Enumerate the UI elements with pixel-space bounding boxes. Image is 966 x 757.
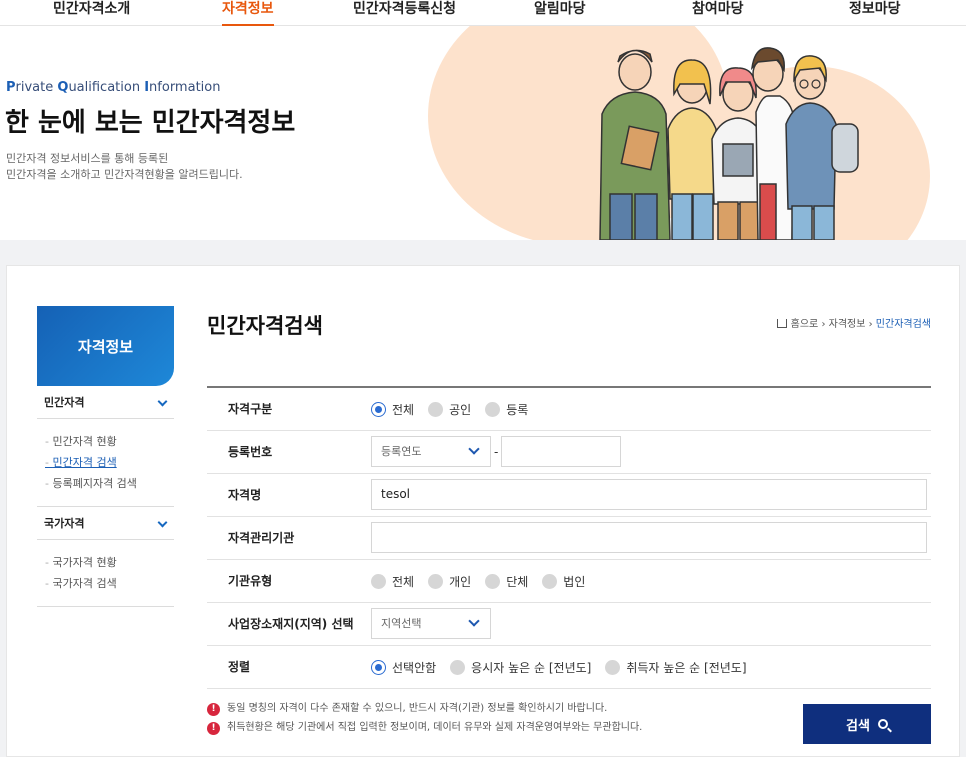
qual-name-input[interactable]: tesol bbox=[371, 479, 927, 510]
hero-banner: Private Qualification Information 한 눈에 보… bbox=[0, 26, 966, 240]
chevron-down-icon[interactable] bbox=[157, 396, 168, 407]
sidebar-item-national-search[interactable]: 국가자격 검색 bbox=[45, 573, 174, 594]
radio-org-type-individual[interactable]: 개인 bbox=[428, 573, 471, 590]
nav-item-notice[interactable]: 알림마당 bbox=[534, 0, 586, 18]
sidebar-group-label: 민간자격 bbox=[44, 396, 85, 409]
org-type-radio-group: 전체 개인 단체 법인 bbox=[371, 560, 599, 602]
sort-label: 정렬 bbox=[228, 660, 251, 674]
nav-item-participation[interactable]: 참여마당 bbox=[692, 0, 744, 18]
sidebar-group-private[interactable]: 민간자격 bbox=[37, 386, 174, 419]
breadcrumb-current: 민간자격검색 bbox=[875, 319, 931, 330]
sidebar-submenu-private: 민간자격 현황 민간자격 검색 등록폐지자격 검색 bbox=[37, 419, 174, 507]
radio-icon[interactable] bbox=[450, 659, 466, 675]
radio-sort-none[interactable]: 선택안함 bbox=[371, 659, 436, 676]
sidebar-item-private-search[interactable]: 민간자격 검색 bbox=[45, 452, 174, 473]
qual-type-radio-group: 전체 공인 등록 bbox=[371, 388, 542, 430]
sidebar-title: 자격정보 bbox=[37, 306, 174, 386]
radio-icon[interactable] bbox=[542, 573, 558, 589]
alert-icon: ! bbox=[207, 702, 220, 716]
breadcrumb-qual-info[interactable]: 자격정보 bbox=[829, 319, 866, 330]
form-row-qual-type: 자격구분 전체 공인 등록 bbox=[207, 388, 931, 431]
reg-year-select[interactable]: 등록연도 bbox=[371, 436, 491, 467]
hero-title: 한 눈에 보는 민간자격정보 bbox=[5, 108, 296, 138]
sidebar-submenu-national: 국가자격 현황 국가자격 검색 bbox=[37, 540, 174, 607]
radio-qual-type-registered[interactable]: 등록 bbox=[485, 401, 528, 418]
reg-no-label: 등록번호 bbox=[228, 445, 273, 459]
radio-sort-examinees[interactable]: 응시자 높은 순 [전년도] bbox=[450, 659, 591, 676]
radio-org-type-corporation[interactable]: 법인 bbox=[542, 573, 585, 590]
reg-number-input[interactable] bbox=[501, 436, 621, 467]
nav-item-qual-info[interactable]: 자격정보 bbox=[222, 0, 274, 26]
org-label: 자격관리기관 bbox=[228, 531, 295, 545]
page-title: 민간자격검색 bbox=[207, 314, 323, 338]
content-card: 자격정보 민간자격 민간자격 현황 민간자격 검색 등록폐지자격 검색 국가자격… bbox=[6, 265, 960, 757]
nav-item-information[interactable]: 정보마당 bbox=[849, 0, 901, 18]
form-row-reg-no: 등록번호 등록연도 - bbox=[207, 431, 931, 474]
reg-no-dash: - bbox=[494, 445, 499, 459]
students-illustration bbox=[599, 47, 859, 240]
notice-item: ! 동일 명칭의 자격이 다수 존재할 수 있으니, 반드시 자격(기관) 정보를… bbox=[207, 700, 642, 718]
nav-item-intro[interactable]: 민간자격소개 bbox=[53, 0, 130, 18]
region-select[interactable]: 지역선택 bbox=[371, 608, 491, 639]
radio-org-type-all[interactable]: 전체 bbox=[371, 573, 414, 590]
sidebar-item-national-status[interactable]: 국가자격 현황 bbox=[45, 552, 174, 573]
search-icon bbox=[877, 719, 888, 729]
radio-icon[interactable] bbox=[428, 401, 444, 417]
hero-eng-title: Private Qualification Information bbox=[6, 80, 221, 95]
radio-icon[interactable] bbox=[605, 659, 621, 675]
alert-icon: ! bbox=[207, 721, 220, 735]
sidebar-item-abolished-search[interactable]: 등록폐지자격 검색 bbox=[45, 473, 174, 494]
sidebar-item-private-status[interactable]: 민간자격 현황 bbox=[45, 431, 174, 452]
home-icon[interactable] bbox=[776, 319, 787, 328]
radio-org-type-group[interactable]: 단체 bbox=[485, 573, 528, 590]
form-row-region: 사업장소재지(지역) 선택 지역선택 bbox=[207, 603, 931, 646]
qual-type-label: 자격구분 bbox=[228, 402, 273, 416]
form-row-org: 자격관리기관 bbox=[207, 517, 931, 560]
radio-icon[interactable] bbox=[371, 659, 386, 675]
org-type-label: 기관유형 bbox=[228, 574, 273, 588]
sidebar-group-national[interactable]: 국가자격 bbox=[37, 507, 174, 540]
qual-name-label: 자격명 bbox=[228, 488, 262, 502]
radio-icon[interactable] bbox=[371, 573, 386, 589]
region-label: 사업장소재지(지역) 선택 bbox=[228, 617, 354, 631]
top-nav: 민간자격소개 자격정보 민간자격등록신청 알림마당 참여마당 정보마당 bbox=[0, 0, 966, 26]
sidebar: 자격정보 민간자격 민간자격 현황 민간자격 검색 등록폐지자격 검색 국가자격… bbox=[37, 306, 174, 607]
search-form: 자격구분 전체 공인 등록 등록번호 등록연도 - 자격명 tesol 자격관리… bbox=[207, 386, 931, 689]
radio-icon[interactable] bbox=[371, 401, 386, 417]
sort-radio-group: 선택안함 응시자 높은 순 [전년도] 취득자 높은 순 [전년도] bbox=[371, 646, 761, 688]
radio-icon[interactable] bbox=[485, 573, 501, 589]
sidebar-group-label: 국가자격 bbox=[44, 517, 85, 530]
org-input[interactable] bbox=[371, 522, 927, 553]
search-button[interactable]: 검색 bbox=[803, 704, 931, 744]
breadcrumb: 홈으로 › 자격정보 › 민간자격검색 bbox=[776, 315, 931, 330]
radio-qual-type-certified[interactable]: 공인 bbox=[428, 401, 471, 418]
nav-item-registration[interactable]: 민간자격등록신청 bbox=[353, 0, 456, 18]
radio-icon[interactable] bbox=[485, 401, 501, 417]
form-row-qual-name: 자격명 tesol bbox=[207, 474, 931, 517]
chevron-down-icon bbox=[468, 615, 480, 627]
chevron-down-icon bbox=[468, 443, 480, 455]
breadcrumb-home[interactable]: 홈으로 bbox=[791, 319, 819, 330]
chevron-down-icon[interactable] bbox=[157, 517, 168, 528]
form-row-org-type: 기관유형 전체 개인 단체 법인 bbox=[207, 560, 931, 603]
radio-sort-acquirers[interactable]: 취득자 높은 순 [전년도] bbox=[605, 659, 747, 676]
form-row-sort: 정렬 선택안함 응시자 높은 순 [전년도] 취득자 높은 순 [전년도] bbox=[207, 646, 931, 689]
radio-icon[interactable] bbox=[428, 573, 444, 589]
radio-qual-type-all[interactable]: 전체 bbox=[371, 401, 414, 418]
notice-item: ! 취득현황은 해당 기관에서 직접 입력한 정보이며, 데이터 유무와 실제 자… bbox=[207, 719, 642, 737]
hero-description: 민간자격 정보서비스를 통해 등록된 민간자격을 소개하고 민간자격현황을 알려… bbox=[6, 152, 243, 181]
notice-list: ! 동일 명칭의 자격이 다수 존재할 수 있으니, 반드시 자격(기관) 정보를… bbox=[207, 700, 642, 738]
